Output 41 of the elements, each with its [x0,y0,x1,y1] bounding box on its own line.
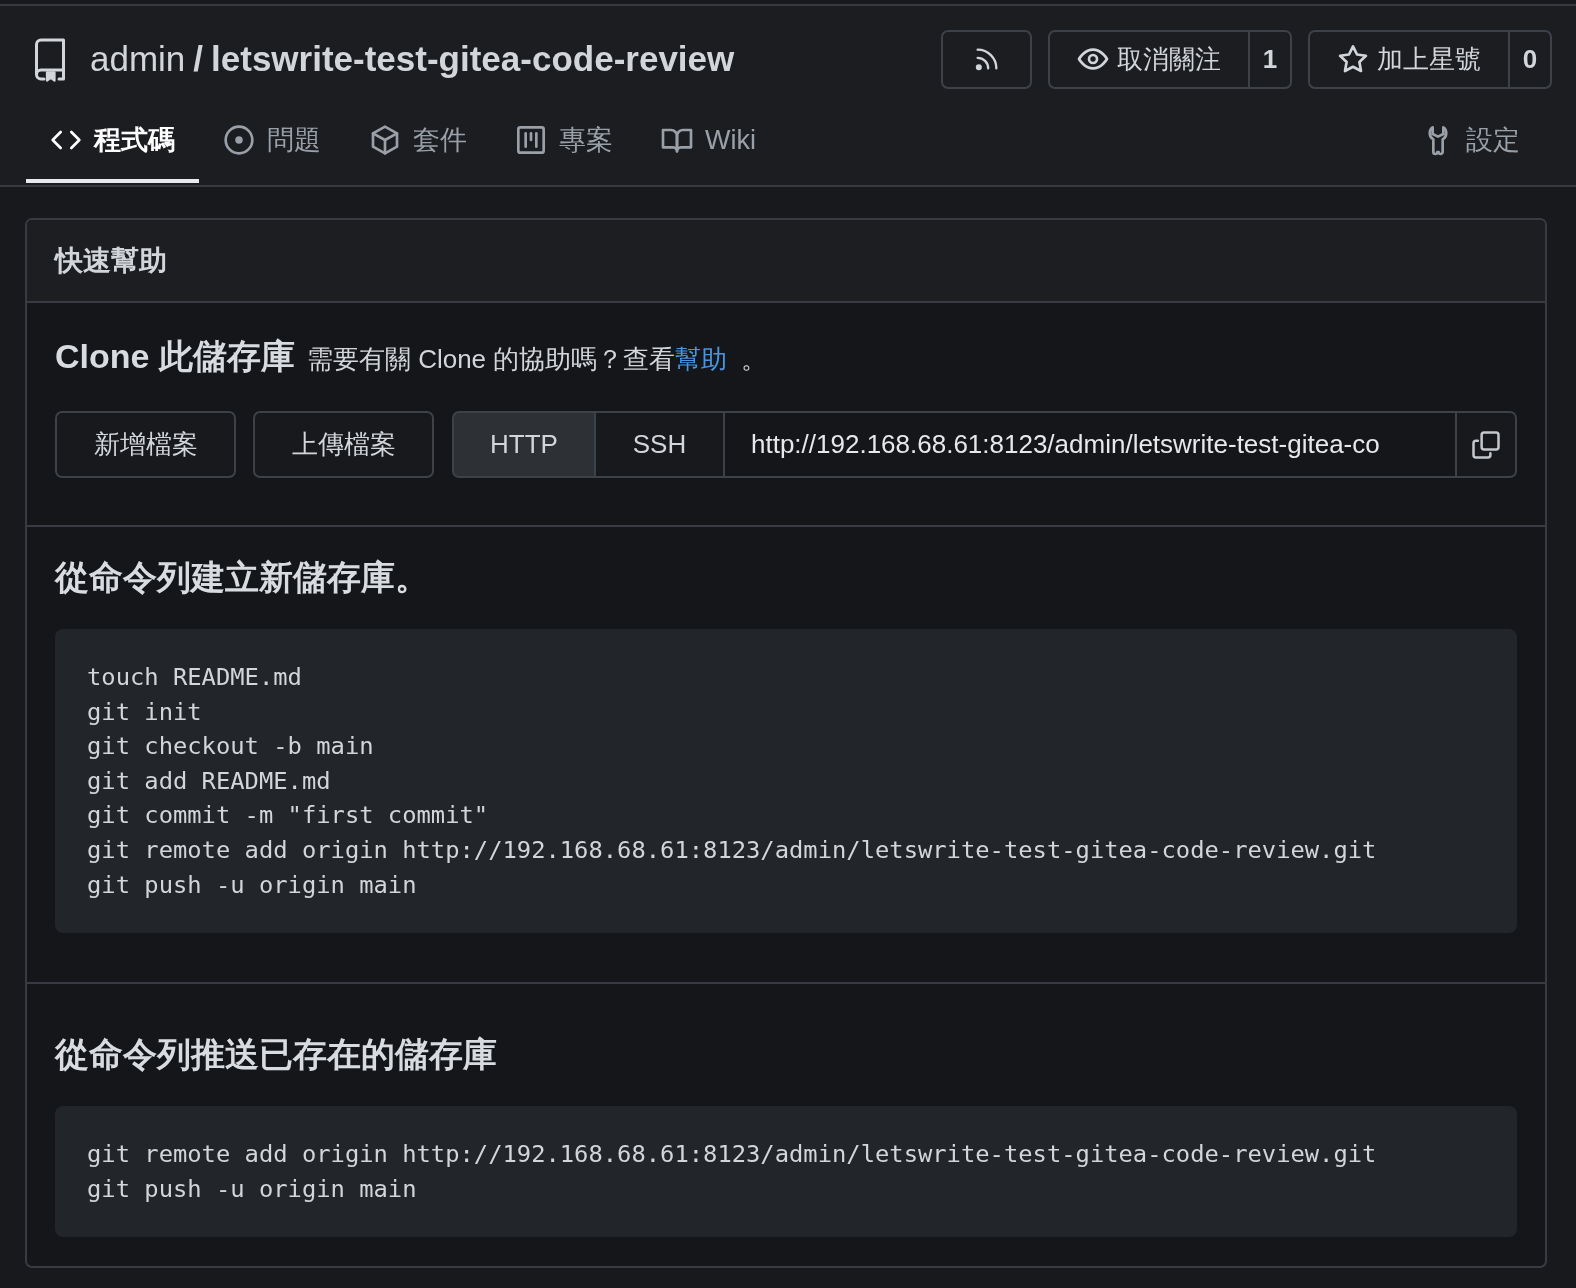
section-heading: 從命令列建立新儲存庫。 [55,560,430,594]
copy-button[interactable] [1457,411,1517,478]
issue-icon [223,124,255,156]
help-link[interactable]: 幫助 [675,344,728,374]
code-line: git init [87,696,202,728]
nav-tab[interactable]: Wiki [637,114,780,183]
star-count[interactable]: 0 [1510,29,1552,89]
code-line: git push -u origin main [87,1173,417,1205]
file-button[interactable]: 上傳檔案 [253,411,434,478]
code-line: git push -u origin main [87,869,417,901]
nav-tab[interactable]: 問題 [199,114,345,183]
repo-name-link[interactable]: letswrite-test-gitea-code-review [211,39,735,79]
code-line: git remote add origin http://192.168.68.61:8123/admin/letswrite-test-gitea-code-review.git [87,834,1377,866]
card-title: 快速幫助 [55,243,167,278]
clone-help-text: 需要有關 Clone 的協助嗎？查看幫助 。 [306,343,768,376]
star-icon [1337,43,1369,75]
owner-link[interactable]: admin [90,39,186,79]
project-board-icon [515,124,547,156]
nav-tab[interactable]: 程式碼 [26,114,199,183]
rss-feed-button[interactable] [941,29,1032,89]
repo-icon [32,36,68,82]
path-separator: / [193,39,204,79]
file-button[interactable]: 新增檔案 [55,411,236,478]
package-icon [369,124,401,156]
code-line: git commit -m "first commit" [87,800,489,832]
protocol-tab[interactable]: SSH [596,411,725,478]
nav-tab[interactable]: 套件 [345,114,491,183]
clone-heading: Clone 此儲存庫 [55,339,295,373]
copy-icon [1471,429,1501,460]
watch-button[interactable]: 取消關注 [1048,29,1250,89]
watch-count[interactable]: 1 [1250,29,1292,89]
section-heading: 從命令列推送已存在的儲存庫 [55,1037,498,1072]
settings-tab[interactable]: 設定 [1398,114,1544,183]
star-button[interactable]: 加上星號 [1308,29,1510,89]
code-line: git add README.md [87,765,331,797]
code-line: touch README.md [87,662,302,693]
nav-tab[interactable]: 專案 [491,114,637,183]
protocol-tab[interactable]: HTTP [452,411,596,478]
code-line: git remote add origin http://192.168.68.61:8123/admin/letswrite-test-gitea-code-review.git [87,1139,1377,1171]
code-line: git checkout -b main [87,731,374,763]
clone-url-field[interactable]: http://192.168.68.61:8123/admin/letswrite-test-gitea-co [725,411,1457,478]
